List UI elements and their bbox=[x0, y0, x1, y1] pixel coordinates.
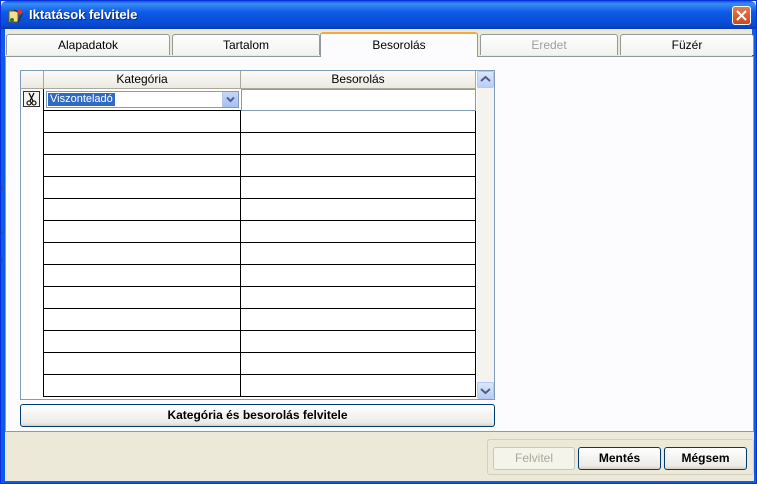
besorolas-cell[interactable] bbox=[241, 243, 476, 265]
kategoria-cell[interactable] bbox=[44, 221, 241, 243]
table-row[interactable] bbox=[21, 353, 476, 375]
besorolas-cell[interactable] bbox=[241, 353, 476, 375]
table-row[interactable] bbox=[21, 155, 476, 177]
table-row[interactable] bbox=[21, 243, 476, 265]
table-row[interactable] bbox=[21, 199, 476, 221]
kategoria-cell[interactable] bbox=[44, 375, 241, 397]
cancel-button[interactable]: Mégsem bbox=[664, 447, 747, 470]
close-button[interactable] bbox=[732, 6, 751, 25]
table-row[interactable] bbox=[21, 177, 476, 199]
dialog-window: Iktatások felvitele Alapadatok Tartalom … bbox=[0, 0, 757, 484]
kategoria-cell[interactable] bbox=[44, 287, 241, 309]
besorolas-cell[interactable] bbox=[241, 177, 476, 199]
kategoria-cell[interactable] bbox=[44, 265, 241, 287]
row-header[interactable] bbox=[21, 353, 44, 375]
table-row[interactable] bbox=[21, 287, 476, 309]
besorolas-cell[interactable] bbox=[241, 111, 476, 133]
add-category-button[interactable]: Kategória és besorolás felvitele bbox=[20, 404, 495, 427]
edge-mark bbox=[1, 186, 3, 189]
felvitel-button: Felvitel bbox=[493, 447, 575, 470]
besorolas-cell[interactable] bbox=[241, 331, 476, 353]
row-header[interactable] bbox=[21, 375, 44, 397]
tab-tartalom[interactable]: Tartalom bbox=[172, 34, 320, 55]
kategoria-selected-value: Viszonteladó bbox=[48, 93, 115, 106]
table-row[interactable] bbox=[21, 221, 476, 243]
scroll-up-icon bbox=[480, 75, 491, 82]
close-icon bbox=[736, 10, 747, 21]
scroll-down-icon bbox=[480, 388, 491, 395]
besorolas-cell[interactable] bbox=[241, 375, 476, 397]
chevron-down-icon bbox=[226, 96, 235, 103]
besorolas-cell[interactable] bbox=[241, 265, 476, 287]
scroll-up-button[interactable] bbox=[477, 71, 494, 88]
column-header-kategoria[interactable]: Kategória bbox=[44, 71, 241, 89]
scissors-icon bbox=[26, 92, 37, 106]
row-header[interactable] bbox=[21, 177, 44, 199]
edge-mark bbox=[1, 259, 3, 262]
besorolas-cell[interactable] bbox=[241, 155, 476, 177]
tab-eredet: Eredet bbox=[480, 34, 618, 55]
table-row[interactable] bbox=[21, 133, 476, 155]
besorolas-cell[interactable] bbox=[241, 287, 476, 309]
table-row[interactable] bbox=[21, 265, 476, 287]
row-header[interactable] bbox=[21, 309, 44, 331]
kategoria-cell[interactable] bbox=[44, 111, 241, 133]
table-row[interactable] bbox=[21, 111, 476, 133]
dropdown-button[interactable] bbox=[222, 92, 238, 107]
delete-row-button[interactable] bbox=[23, 91, 40, 107]
save-button[interactable]: Mentés bbox=[578, 447, 661, 470]
tab-alapadatok[interactable]: Alapadatok bbox=[6, 34, 170, 55]
row-header[interactable] bbox=[21, 133, 44, 155]
row-header-corner bbox=[21, 71, 44, 89]
besorolas-input[interactable] bbox=[241, 89, 476, 111]
kategoria-cell[interactable] bbox=[44, 331, 241, 353]
row-header[interactable] bbox=[21, 265, 44, 287]
row-header[interactable] bbox=[21, 331, 44, 353]
besorolas-cell[interactable] bbox=[241, 133, 476, 155]
table-row[interactable]: Viszonteladó bbox=[21, 89, 476, 111]
tab-fuzer[interactable]: Füzér bbox=[620, 34, 754, 55]
kategoria-cell[interactable] bbox=[44, 309, 241, 331]
row-header[interactable] bbox=[21, 287, 44, 309]
tab-besorolas[interactable]: Besorolás bbox=[320, 32, 478, 57]
tab-strip: Alapadatok Tartalom Besorolás Eredet Füz… bbox=[5, 32, 754, 57]
table-row[interactable] bbox=[21, 309, 476, 331]
kategoria-cell[interactable] bbox=[44, 133, 241, 155]
row-header[interactable] bbox=[21, 89, 44, 111]
table-row[interactable] bbox=[21, 331, 476, 353]
kategoria-cell[interactable] bbox=[44, 177, 241, 199]
kategoria-cell[interactable] bbox=[44, 199, 241, 221]
kategoria-cell[interactable] bbox=[44, 243, 241, 265]
besorolas-cell[interactable] bbox=[241, 221, 476, 243]
column-header-besorolas[interactable]: Besorolás bbox=[241, 71, 476, 89]
row-header[interactable] bbox=[21, 221, 44, 243]
scroll-down-button[interactable] bbox=[477, 382, 494, 399]
window-title: Iktatások felvitele bbox=[29, 7, 138, 22]
edge-mark bbox=[1, 231, 3, 234]
table-row[interactable] bbox=[21, 375, 476, 397]
category-grid: Kategória Besorolás Viszonteladó bbox=[20, 70, 495, 400]
vertical-scrollbar[interactable] bbox=[477, 71, 494, 399]
row-header[interactable] bbox=[21, 155, 44, 177]
row-header[interactable] bbox=[21, 111, 44, 133]
besorolas-cell[interactable] bbox=[241, 199, 476, 221]
row-header[interactable] bbox=[21, 199, 44, 221]
kategoria-cell[interactable] bbox=[44, 353, 241, 375]
row-header[interactable] bbox=[21, 243, 44, 265]
title-bar[interactable]: Iktatások felvitele bbox=[1, 1, 756, 29]
app-icon bbox=[8, 8, 24, 24]
besorolas-cell[interactable] bbox=[241, 309, 476, 331]
kategoria-combobox[interactable]: Viszonteladó bbox=[46, 91, 239, 108]
kategoria-cell[interactable] bbox=[44, 155, 241, 177]
